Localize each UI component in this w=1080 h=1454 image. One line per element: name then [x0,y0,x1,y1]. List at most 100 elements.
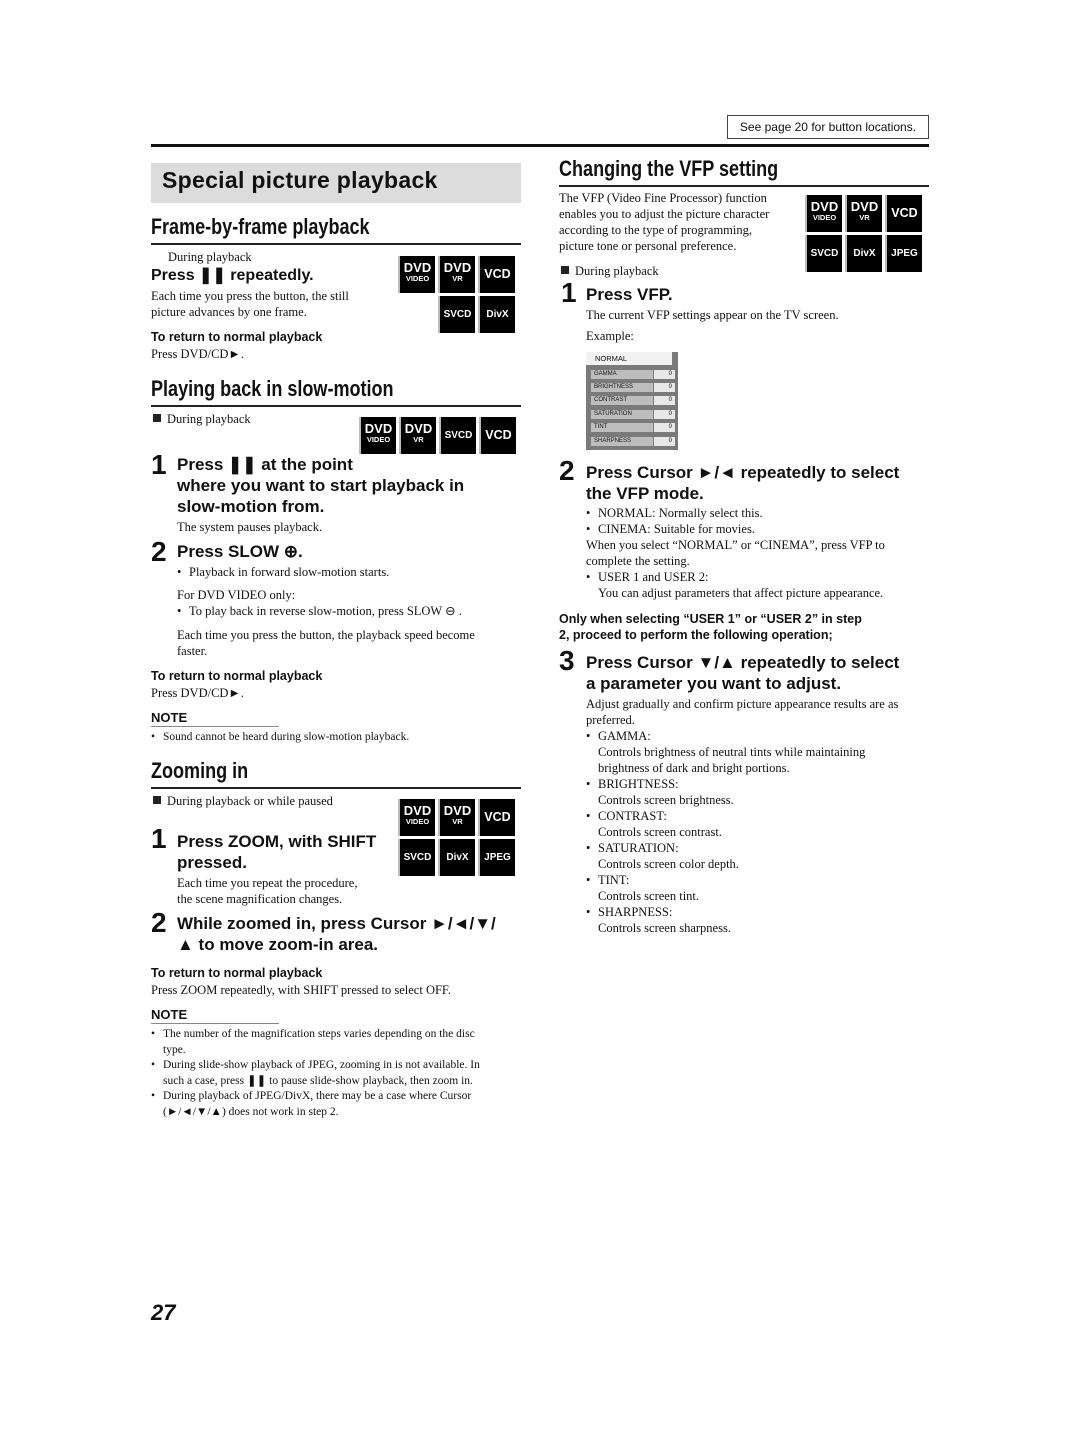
zoom-step1-head-1: Press ZOOM, with SHIFT [177,832,377,851]
square-bullet-icon [153,796,161,804]
vfp-step1-head: Press VFP. [586,285,673,304]
frame-body-1: Each time you press the button, the stil… [151,289,349,303]
vfp-row: GAMMA 0 [591,370,675,379]
vfp-step3-body: Adjust gradually and confirm picture app… [586,696,931,936]
slow-dvd-only: For DVD VIDEO only: [177,588,296,602]
vfp-mode-tab: NORMAL [586,352,672,365]
vfp-row: SHARPNESS 0 [591,437,675,446]
slow-speed-2: faster. [177,644,208,658]
badge-svcd: SVCD [398,839,435,876]
badge-dvd-vr: DVD VR [845,195,882,232]
frame-rule [151,243,521,245]
vfp-row: SATURATION 0 [591,410,675,419]
zoom-heading: Zooming in [151,758,249,783]
frame-step-head: Press ❚❚ repeatedly. [151,267,314,284]
vfp-step2-head-2: the VFP mode. [586,484,704,503]
badge-svcd: SVCD [805,235,842,272]
frame-during: During playback [168,250,252,264]
badge-divx: DivX [845,235,882,272]
vfp-param-item: SHARPNESS:Controls screen sharpness. [586,904,931,936]
slow-step2-number: 2 [151,536,167,567]
page-title: Special picture playback [162,167,438,193]
zoom-step1-number: 1 [151,823,167,854]
badge-jpeg: JPEG [885,235,922,272]
vfp-param-item: TINT:Controls screen tint. [586,872,931,904]
zoom-step2-number: 2 [151,907,167,938]
vfp-screen-example: NORMAL GAMMA 0 BRIGHTNESS 0 CONTRAST 0 SATU… [586,352,678,450]
frame-return-body: Press DVD/CD►. [151,347,244,361]
slow-step2-bullets: Playback in forward slow-motion starts. [177,564,517,580]
vfp-param-item: SATURATION:Controls screen color depth. [586,840,931,872]
zoom-step2-head-1: While zoomed in, press Cursor ►/◄/▼/ [177,914,496,933]
zoom-note-item: During slide-show playback of JPEG, zoom… [151,1058,526,1089]
slow-step1-head-1: Press ❚❚ at the point [177,455,353,474]
slow-during: During playback [153,411,251,427]
vfp-row: BRIGHTNESS 0 [591,383,675,392]
zoom-step1-body-2: the scene magnification changes. [177,892,343,906]
zoom-step1-body-1: Each time you repeat the procedure, [177,876,358,890]
badge-jpeg: JPEG [478,839,515,876]
vfp-param-item: BRIGHTNESS:Controls screen brightness. [586,776,931,808]
slow-return-head: To return to normal playback [151,669,323,683]
badge-dvd-vr: DVD VR [399,417,436,454]
slow-step1-body: The system pauses playback. [177,520,323,534]
vfp-row: TINT 0 [591,423,675,432]
vfp-param-item: GAMMA:Controls brightness of neutral tin… [586,728,931,776]
zoom-note-item: During playback of JPEG/DivX, there may … [151,1089,526,1120]
slow-note-label: NOTE [151,710,188,725]
zoom-during: During playback or while paused [153,793,333,809]
frame-return-head: To return to normal playback [151,330,323,344]
zoom-note-rule [151,1023,279,1024]
zoom-note-item: The number of the magnification steps va… [151,1027,526,1058]
page-number: 27 [151,1300,176,1325]
slow-note-rule [151,726,279,727]
vfp-heading: Changing the VFP setting [559,156,779,181]
badge-divx: DivX [478,296,515,333]
vfp-row: CONTRAST 0 [591,396,675,405]
badge-divx: DivX [438,839,475,876]
slow-rule [151,405,521,407]
square-bullet-icon [561,266,569,274]
vfp-step2-body: NORMAL: Normally select this. CINEMA: Su… [586,505,931,601]
slow-speed-1: Each time you press the button, the play… [177,628,475,642]
badge-dvd-video: DVD VIDEO [805,195,842,232]
see-page-note: See page 20 for button locations. [727,115,929,139]
slow-step1-head-3: slow-motion from. [177,497,325,516]
slow-step1-head-2: where you want to start playback in [177,476,465,495]
badge-svcd: SVCD [439,417,476,454]
vfp-rule [559,185,929,187]
zoom-step1-head-2: pressed. [177,853,247,872]
vfp-intro: The VFP (Video Fine Processor) function … [559,191,770,253]
badge-vcd: VCD [479,417,516,454]
zoom-note-label: NOTE [151,1007,188,1022]
zoom-return-head: To return to normal playback [151,966,323,980]
vfp-step2-number: 2 [559,455,575,486]
slow-step1-number: 1 [151,449,167,480]
square-bullet-icon [153,414,161,422]
vfp-step3-number: 3 [559,645,575,676]
page-title-bar: Special picture playback [151,163,521,203]
vfp-param-item: CONTRAST:Controls screen contrast. [586,808,931,840]
zoom-step2-head-2: ▲ to move zoom-in area. [177,935,379,954]
vfp-example-label: Example: [586,329,634,343]
top-rule [151,144,929,147]
slow-step2-head: Press SLOW ⊕. [177,542,303,561]
badge-dvd-vr: DVD VR [438,256,475,293]
badge-svcd: SVCD [438,296,475,333]
vfp-step3-head-1: Press Cursor ▼/▲ repeatedly to select [586,653,900,672]
zoom-rule [151,787,521,789]
badge-dvd-video: DVD VIDEO [398,799,435,836]
badge-dvd-video: DVD VIDEO [359,417,396,454]
zoom-return-body: Press ZOOM repeatedly, with SHIFT presse… [151,983,452,997]
badge-dvd-video: DVD VIDEO [398,256,435,293]
vfp-step1-number: 1 [561,277,577,308]
vfp-step2-head-1: Press Cursor ►/◄ repeatedly to select [586,463,900,482]
slow-heading: Playing back in slow-motion [151,376,394,401]
frame-body-2: picture advances by one frame. [151,305,307,319]
badge-vcd: VCD [478,256,515,293]
slow-note: Sound cannot be heard during slow-motion… [151,729,521,745]
badge-vcd: VCD [885,195,922,232]
slow-reverse: To play back in reverse slow-motion, pre… [177,603,517,619]
badge-vcd: VCD [478,799,515,836]
vfp-step1-body: The current VFP settings appear on the T… [586,308,839,322]
